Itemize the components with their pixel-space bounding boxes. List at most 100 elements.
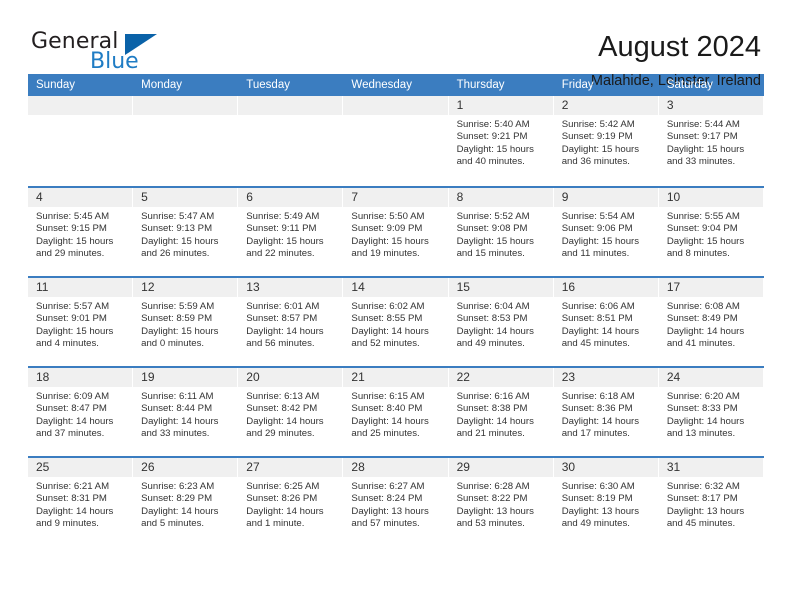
day-cell[interactable]: 5 Sunrise: 5:47 AM Sunset: 9:13 PM Dayli… <box>133 188 239 276</box>
day-cell[interactable]: 27 Sunrise: 6:25 AM Sunset: 8:26 PM Dayl… <box>238 458 344 546</box>
daylight-text-line2: and 29 minutes. <box>246 428 315 440</box>
day-number: 10 <box>658 188 763 207</box>
sunset-text: Sunset: 9:21 PM <box>456 131 528 143</box>
daylight-text-line1: Daylight: 15 hours <box>141 235 219 247</box>
sunset-text: Sunset: 9:06 PM <box>561 223 633 235</box>
daylight-text-line1: Daylight: 13 hours <box>351 505 429 517</box>
sunset-text: Sunset: 8:49 PM <box>666 313 738 325</box>
day-cell[interactable]: 3 Sunrise: 5:44 AM Sunset: 9:17 PM Dayli… <box>658 96 764 186</box>
daylight-text-line1: Daylight: 14 hours <box>456 325 534 337</box>
sunrise-text: Sunrise: 6:02 AM <box>351 301 425 312</box>
daylight-text-line1: Daylight: 15 hours <box>246 235 324 247</box>
day-number <box>28 96 133 115</box>
day-number: 17 <box>658 278 763 297</box>
daylight-text-line2: and 26 minutes. <box>141 248 210 260</box>
day-number: 16 <box>553 278 658 297</box>
day-cell[interactable]: 20 Sunrise: 6:13 AM Sunset: 8:42 PM Dayl… <box>238 368 344 456</box>
sunrise-text: Sunrise: 5:40 AM <box>456 119 530 130</box>
day-info: Sunrise: 6:32 AM Sunset: 8:17 PM Dayligh… <box>659 477 763 531</box>
day-cell <box>28 96 134 186</box>
daylight-text-line2: and 40 minutes. <box>456 156 525 168</box>
daylight-text-line1: Daylight: 15 hours <box>666 143 745 155</box>
day-info: Sunrise: 5:40 AM Sunset: 9:21 PM Dayligh… <box>449 115 553 169</box>
day-info <box>28 115 132 119</box>
weekday-header-friday: Friday <box>561 79 594 91</box>
day-cell[interactable]: 22 Sunrise: 6:16 AM Sunset: 8:38 PM Dayl… <box>448 368 554 456</box>
day-number: 29 <box>448 458 553 477</box>
day-info: Sunrise: 5:50 AM Sunset: 9:09 PM Dayligh… <box>343 207 447 261</box>
day-info: Sunrise: 6:23 AM Sunset: 8:29 PM Dayligh… <box>133 477 237 531</box>
sunrise-text: Sunrise: 6:15 AM <box>351 391 425 402</box>
day-info: Sunrise: 6:20 AM Sunset: 8:33 PM Dayligh… <box>659 387 763 441</box>
daylight-text-line2: and 49 minutes. <box>456 338 525 350</box>
weekday-header-saturday: Saturday <box>666 79 713 91</box>
day-info: Sunrise: 6:01 AM Sunset: 8:57 PM Dayligh… <box>238 297 342 351</box>
day-cell[interactable]: 18 Sunrise: 6:09 AM Sunset: 8:47 PM Dayl… <box>28 368 134 456</box>
sunset-text: Sunset: 8:22 PM <box>456 493 528 505</box>
day-cell[interactable]: 25 Sunrise: 6:21 AM Sunset: 8:31 PM Dayl… <box>28 458 134 546</box>
day-cell[interactable]: 31 Sunrise: 6:32 AM Sunset: 8:17 PM Dayl… <box>658 458 764 546</box>
day-cell[interactable]: 8 Sunrise: 5:52 AM Sunset: 9:08 PM Dayli… <box>448 188 554 276</box>
day-cell[interactable]: 10 Sunrise: 5:55 AM Sunset: 9:04 PM Dayl… <box>658 188 764 276</box>
sunset-text: Sunset: 9:09 PM <box>351 223 423 235</box>
daylight-text-line2: and 11 minutes. <box>561 248 630 260</box>
day-cell[interactable]: 2 Sunrise: 5:42 AM Sunset: 9:19 PM Dayli… <box>553 96 659 186</box>
daylight-text-line1: Daylight: 13 hours <box>561 505 640 517</box>
daylight-text-line2: and 9 minutes. <box>36 518 99 530</box>
day-cell[interactable]: 23 Sunrise: 6:18 AM Sunset: 8:36 PM Dayl… <box>553 368 659 456</box>
day-cell[interactable]: 28 Sunrise: 6:27 AM Sunset: 8:24 PM Dayl… <box>343 458 449 546</box>
day-number: 26 <box>133 458 238 477</box>
daylight-text-line2: and 29 minutes. <box>36 248 105 260</box>
daylight-text-line2: and 22 minutes. <box>246 248 315 260</box>
day-info <box>238 115 342 119</box>
day-cell[interactable]: 12 Sunrise: 5:59 AM Sunset: 8:59 PM Dayl… <box>133 278 239 366</box>
sunrise-text: Sunrise: 5:44 AM <box>666 119 740 130</box>
daylight-text-line2: and 41 minutes. <box>666 338 736 350</box>
daylight-text-line1: Daylight: 14 hours <box>141 505 219 517</box>
day-number: 25 <box>28 458 133 477</box>
daylight-text-line2: and 0 minutes. <box>141 338 205 350</box>
sunrise-text: Sunrise: 5:45 AM <box>36 211 110 222</box>
sunrise-text: Sunrise: 5:50 AM <box>351 211 425 222</box>
day-cell[interactable]: 21 Sunrise: 6:15 AM Sunset: 8:40 PM Dayl… <box>343 368 449 456</box>
daylight-text-line2: and 1 minute. <box>246 518 305 530</box>
day-number: 6 <box>238 188 343 207</box>
day-cell[interactable]: 26 Sunrise: 6:23 AM Sunset: 8:29 PM Dayl… <box>133 458 239 546</box>
day-number: 12 <box>133 278 238 297</box>
daylight-text-line1: Daylight: 15 hours <box>36 325 114 337</box>
day-cell[interactable]: 9 Sunrise: 5:54 AM Sunset: 9:06 PM Dayli… <box>553 188 659 276</box>
day-cell <box>343 96 449 186</box>
sunset-text: Sunset: 8:51 PM <box>561 313 633 325</box>
day-number: 11 <box>28 278 133 297</box>
day-number: 21 <box>343 368 448 387</box>
day-cell[interactable]: 4 Sunrise: 5:45 AM Sunset: 9:15 PM Dayli… <box>28 188 134 276</box>
day-cell[interactable]: 11 Sunrise: 5:57 AM Sunset: 9:01 PM Dayl… <box>28 278 134 366</box>
day-cell[interactable]: 7 Sunrise: 5:50 AM Sunset: 9:09 PM Dayli… <box>343 188 449 276</box>
day-cell[interactable]: 13 Sunrise: 6:01 AM Sunset: 8:57 PM Dayl… <box>238 278 344 366</box>
day-info: Sunrise: 5:45 AM Sunset: 9:15 PM Dayligh… <box>28 207 132 261</box>
sunrise-text: Sunrise: 6:16 AM <box>456 391 530 402</box>
sunset-text: Sunset: 9:17 PM <box>666 131 738 143</box>
daylight-text-line2: and 56 minutes. <box>246 338 315 350</box>
day-cell[interactable]: 29 Sunrise: 6:28 AM Sunset: 8:22 PM Dayl… <box>448 458 554 546</box>
daylight-text-line1: Daylight: 15 hours <box>456 143 534 155</box>
sunrise-text: Sunrise: 6:30 AM <box>561 481 635 492</box>
general-blue-logo[interactable]: General Blue <box>31 30 157 76</box>
day-cell[interactable]: 1 Sunrise: 5:40 AM Sunset: 9:21 PM Dayli… <box>448 96 554 186</box>
sunrise-text: Sunrise: 6:20 AM <box>666 391 740 402</box>
sunset-text: Sunset: 8:44 PM <box>141 403 213 415</box>
day-cell[interactable]: 19 Sunrise: 6:11 AM Sunset: 8:44 PM Dayl… <box>133 368 239 456</box>
day-number: 4 <box>28 188 133 207</box>
day-cell[interactable]: 30 Sunrise: 6:30 AM Sunset: 8:19 PM Dayl… <box>553 458 659 546</box>
sunset-text: Sunset: 8:47 PM <box>36 403 107 415</box>
day-cell[interactable]: 6 Sunrise: 5:49 AM Sunset: 9:11 PM Dayli… <box>238 188 344 276</box>
day-cell[interactable]: 17 Sunrise: 6:08 AM Sunset: 8:49 PM Dayl… <box>658 278 764 366</box>
week-row: 18 Sunrise: 6:09 AM Sunset: 8:47 PM Dayl… <box>28 366 764 456</box>
day-cell[interactable]: 15 Sunrise: 6:04 AM Sunset: 8:53 PM Dayl… <box>448 278 554 366</box>
day-cell[interactable]: 16 Sunrise: 6:06 AM Sunset: 8:51 PM Dayl… <box>553 278 659 366</box>
day-number: 14 <box>343 278 448 297</box>
daylight-text-line2: and 13 minutes. <box>666 428 736 440</box>
day-cell[interactable]: 24 Sunrise: 6:20 AM Sunset: 8:33 PM Dayl… <box>658 368 764 456</box>
daylight-text-line1: Daylight: 15 hours <box>561 235 640 247</box>
day-cell[interactable]: 14 Sunrise: 6:02 AM Sunset: 8:55 PM Dayl… <box>343 278 449 366</box>
